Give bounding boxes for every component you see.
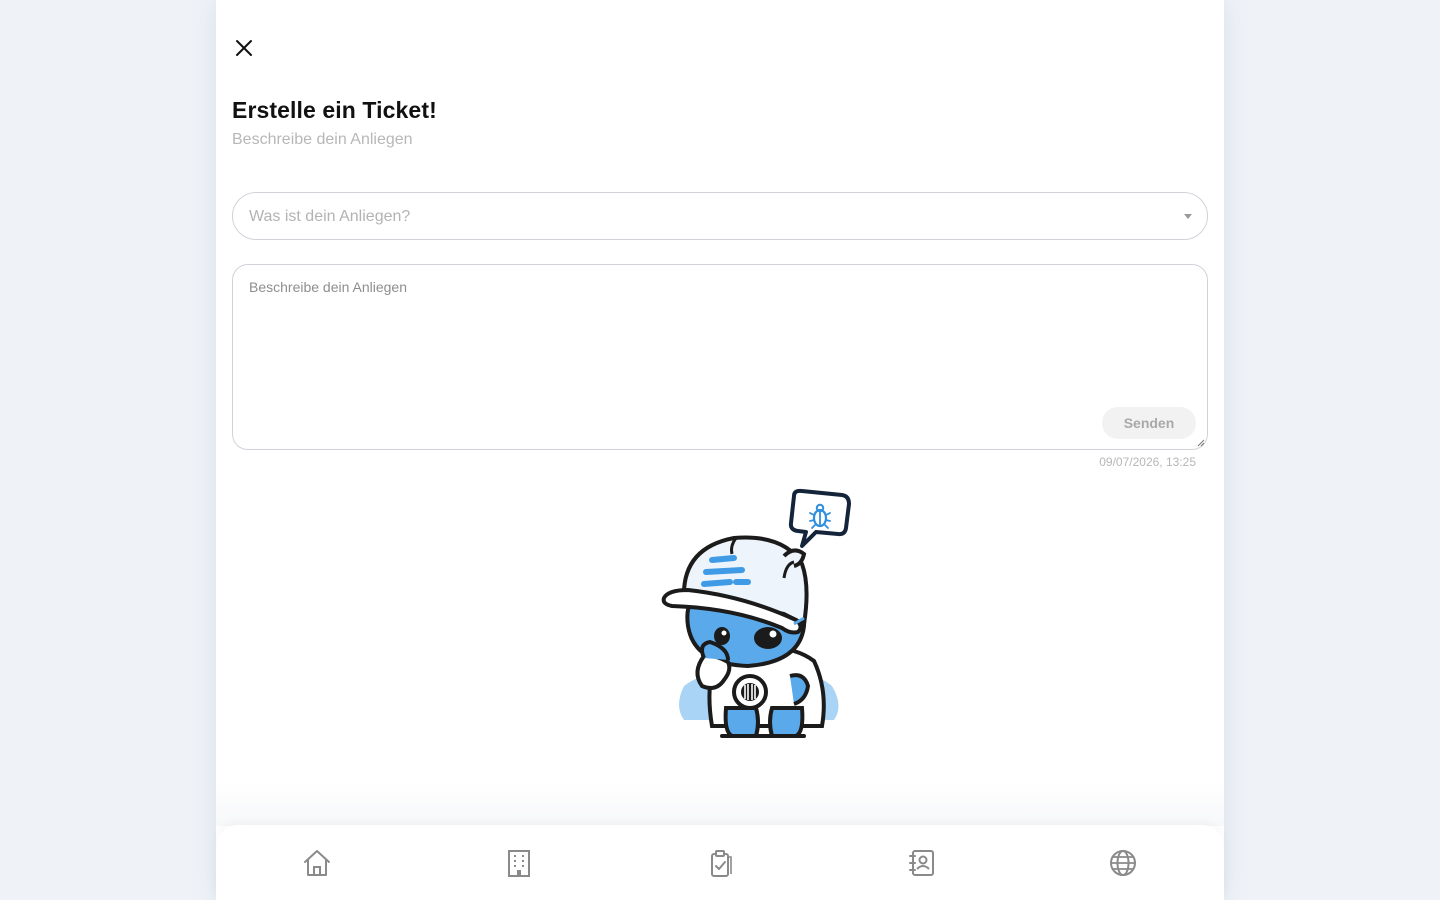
ticket-modal: Erstelle ein Ticket! Beschreibe dein Anl… (216, 0, 1224, 900)
category-select[interactable]: Was ist dein Anliegen? (232, 192, 1208, 240)
nav-item-web[interactable] (1107, 847, 1139, 879)
page-subtitle: Beschreibe dein Anliegen (232, 131, 413, 148)
close-button[interactable] (232, 36, 256, 60)
bottom-navigation (216, 825, 1224, 900)
description-field-container: Senden (232, 264, 1208, 450)
send-button[interactable]: Senden (1102, 407, 1196, 439)
nav-item-building[interactable] (503, 847, 535, 879)
close-icon (236, 40, 252, 56)
nav-item-contacts[interactable] (906, 847, 938, 879)
contacts-book-icon (909, 850, 934, 876)
mascot-illustration (661, 488, 851, 738)
speech-bubble (788, 488, 851, 548)
home-icon (304, 850, 330, 876)
description-field[interactable] (233, 265, 1207, 449)
ticket-timestamp: 09/07/2026, 13:25 (1099, 455, 1196, 469)
resize-handle-icon[interactable] (1197, 439, 1205, 447)
nav-item-tasks[interactable] (704, 847, 736, 879)
page-title: Erstelle ein Ticket! (232, 97, 437, 123)
building-icon (508, 850, 530, 877)
category-select-placeholder: Was ist dein Anliegen? (249, 208, 411, 225)
clipboard-check-icon (711, 850, 732, 877)
globe-icon (1110, 850, 1136, 876)
nav-item-home[interactable] (301, 847, 333, 879)
chevron-down-icon (1184, 214, 1192, 219)
bottom-fade (216, 780, 1224, 826)
